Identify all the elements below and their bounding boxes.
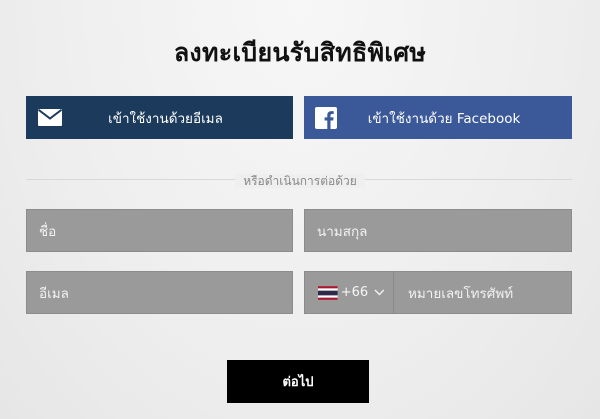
divider-text: หรือดำเนินการต่อด้วย xyxy=(235,174,365,188)
first-name-placeholder: ชื่อ xyxy=(39,223,57,240)
continue-button[interactable]: ต่อไป xyxy=(227,360,369,403)
email-login-label: เข้าใช้งานด้วยอีเมล xyxy=(108,110,223,127)
envelope-icon xyxy=(36,96,64,139)
email-placeholder: อีเมล xyxy=(39,285,69,302)
phone-placeholder: หมายเลขโทรศัพท์ xyxy=(408,285,514,302)
email-login-button[interactable]: เข้าใช้งานด้วยอีเมล xyxy=(26,96,293,139)
first-name-field[interactable]: ชื่อ xyxy=(26,209,293,252)
email-field[interactable]: อีเมล xyxy=(26,271,293,314)
country-code-select[interactable]: +66 xyxy=(305,272,394,313)
phone-input[interactable]: หมายเลขโทรศัพท์ xyxy=(394,282,571,304)
facebook-login-button[interactable]: เข้าใช้งานด้วย Facebook xyxy=(304,96,572,139)
last-name-field[interactable]: นามสกุล xyxy=(304,209,572,252)
facebook-login-label: เข้าใช้งานด้วย Facebook xyxy=(367,110,521,127)
phone-field-group: +66 หมายเลขโทรศัพท์ xyxy=(304,271,572,314)
facebook-icon xyxy=(312,96,340,139)
last-name-placeholder: นามสกุล xyxy=(317,223,368,240)
chevron-down-icon xyxy=(374,289,385,296)
continue-label: ต่อไป xyxy=(282,375,314,390)
divider: หรือดำเนินการต่อด้วย xyxy=(0,170,600,191)
page-title: ลงทะเบียนรับสิทธิพิเศษ xyxy=(173,38,427,67)
thailand-flag-icon xyxy=(318,285,338,300)
country-code: +66 xyxy=(340,285,369,300)
